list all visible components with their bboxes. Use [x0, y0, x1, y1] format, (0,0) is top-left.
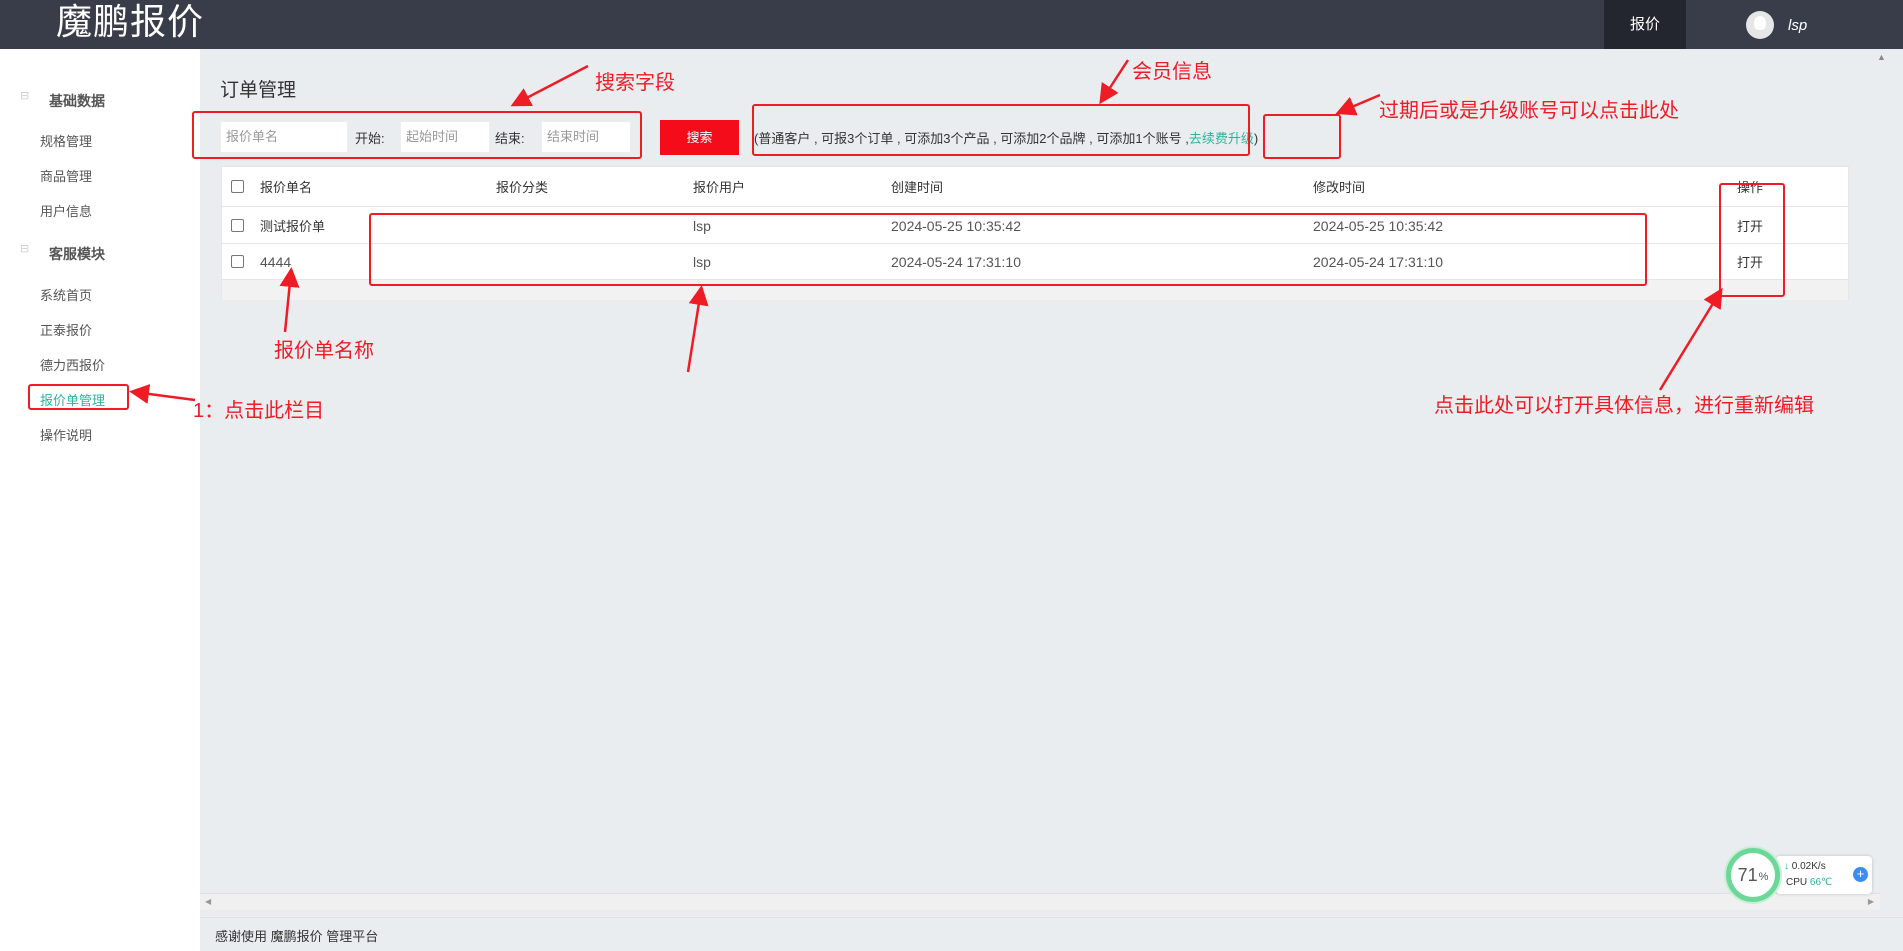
annotation-box-search	[192, 111, 642, 159]
annotation-box-rows	[369, 213, 1647, 286]
sidebar-item-users[interactable]: 用户信息	[40, 201, 92, 220]
annotation-box-member	[752, 104, 1250, 156]
cpu-label: CPU	[1786, 877, 1808, 888]
row-checkbox[interactable]	[231, 244, 244, 279]
col-header-category: 报价分类	[496, 180, 549, 195]
annotation-member-info: 会员信息	[1132, 61, 1212, 83]
sidebar-item-home[interactable]: 系统首页	[40, 285, 92, 304]
user-name[interactable]: lsp	[1788, 17, 1807, 34]
col-header-name: 报价单名	[260, 180, 313, 195]
sidebar-group-basic[interactable]: 基础数据	[49, 91, 105, 111]
annotation-box-menu	[28, 384, 129, 410]
select-all-checkbox[interactable]	[231, 167, 244, 206]
scroll-up-arrow-icon[interactable]: ▲	[1877, 52, 1886, 62]
col-header-modified: 修改时间	[1313, 180, 1366, 195]
annotation-box-renew	[1263, 114, 1341, 159]
sidebar-item-delixi-quote[interactable]: 德力西报价	[40, 355, 105, 374]
annotation-quote-name: 报价单名称	[274, 340, 374, 362]
collapse-icon[interactable]: ⊟	[20, 89, 29, 102]
sidebar-item-spec[interactable]: 规格管理	[40, 131, 92, 150]
annotation-search-field: 搜索字段	[595, 72, 675, 94]
plus-icon[interactable]: +	[1853, 867, 1868, 882]
member-info-close-paren: )	[1253, 131, 1259, 146]
cell-name: 测试报价单	[260, 219, 326, 234]
cpu-temp: CPU 66℃	[1786, 877, 1832, 888]
net-speed-value: 0.02K/s	[1791, 861, 1826, 872]
row-checkbox[interactable]	[231, 208, 244, 243]
top-header: 魔鹏报价 报价 lsp	[0, 0, 1903, 49]
monitor-panel: ↓ 0.02K/s CPU 66℃ +	[1776, 856, 1872, 894]
gauge-percent: 71	[1737, 864, 1758, 885]
col-header-created: 创建时间	[891, 180, 944, 195]
net-speed: ↓ 0.02K/s	[1784, 861, 1826, 872]
gauge-percent-unit: %	[1758, 871, 1769, 883]
avatar[interactable]	[1746, 11, 1774, 39]
app-logo[interactable]: 魔鹏报价	[56, 0, 204, 49]
sidebar-item-instructions[interactable]: 操作说明	[40, 425, 92, 444]
table-header: 报价单名 报价分类 报价用户 创建时间 修改时间 操作	[222, 167, 1848, 207]
download-arrow-icon: ↓	[1784, 861, 1789, 872]
system-monitor-widget[interactable]: ↓ 0.02K/s CPU 66℃ + 71%	[1722, 846, 1872, 904]
horizontal-scrollbar[interactable]: ◀ ▶	[200, 893, 1880, 910]
footer: 感谢使用 魔鹏报价 管理平台	[200, 917, 1903, 951]
nav-quote-tab[interactable]: 报价	[1604, 0, 1686, 49]
sidebar-group-service[interactable]: 客服模块	[49, 244, 105, 264]
annotation-open-hint: 点击此处可以打开具体信息，进行重新编辑	[1434, 395, 1814, 417]
footer-text: 感谢使用 魔鹏报价 管理平台	[215, 929, 379, 944]
memory-gauge[interactable]: 71%	[1726, 848, 1780, 902]
collapse-icon[interactable]: ⊟	[20, 242, 29, 255]
user-menu[interactable]: lsp	[1746, 11, 1807, 39]
sidebar-item-products[interactable]: 商品管理	[40, 166, 92, 185]
page-title: 订单管理	[220, 80, 297, 101]
col-header-user: 报价用户	[693, 180, 746, 195]
cpu-temp-value: 66℃	[1809, 877, 1833, 888]
sidebar: ⊟ 基础数据 规格管理 商品管理 用户信息 ⊟ 客服模块 系统首页 正泰报价 德…	[0, 49, 200, 951]
sidebar-item-chint-quote[interactable]: 正泰报价	[40, 320, 92, 339]
scroll-left-icon[interactable]: ◀	[205, 897, 211, 906]
cell-name: 4444	[260, 253, 292, 270]
search-button[interactable]: 搜索	[660, 120, 739, 155]
annotation-upgrade-hint: 过期后或是升级账号可以点击此处	[1379, 100, 1679, 122]
annotation-box-action	[1719, 183, 1785, 297]
annotation-click-menu: 1：点击此栏目	[193, 400, 325, 422]
